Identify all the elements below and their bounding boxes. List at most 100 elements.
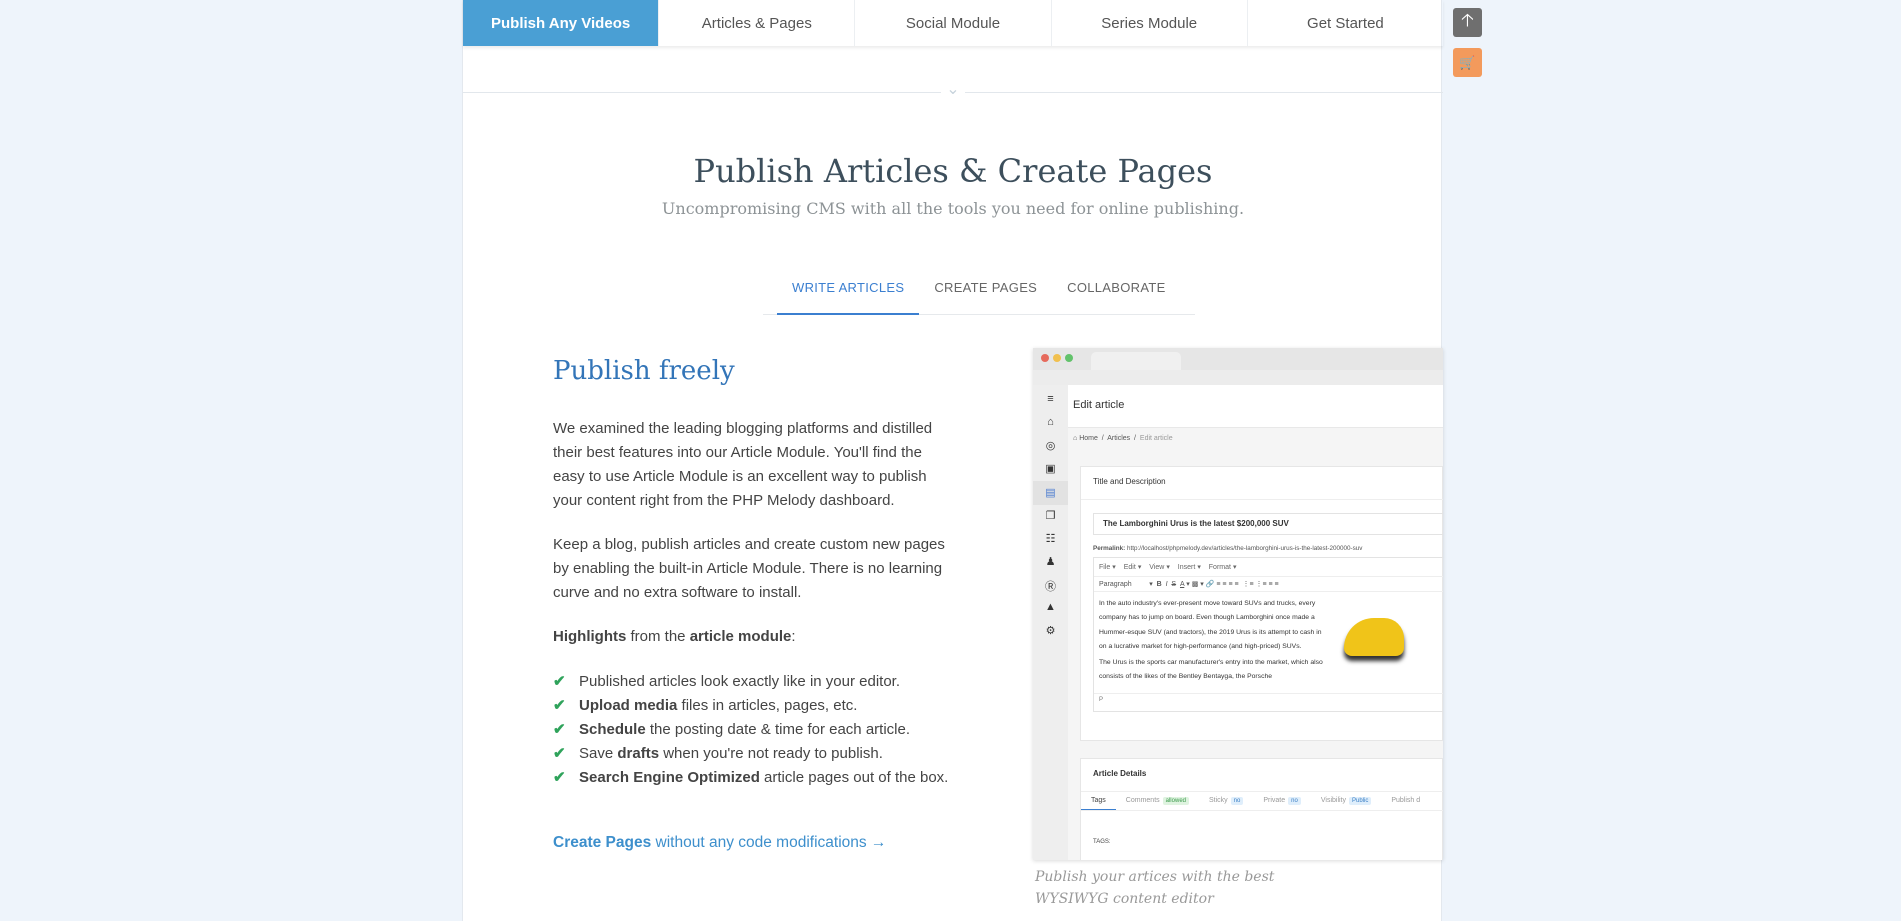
details-tab[interactable]: Sticky no xyxy=(1199,791,1253,809)
item-bold: Upload media xyxy=(579,697,678,714)
tab-label: Sticky xyxy=(1209,797,1228,804)
body-paragraph-2: The Urus is the sports car manufacturer'… xyxy=(1099,659,1323,681)
tab-label: Publish d xyxy=(1391,797,1421,804)
highlight-item: ✔ Schedule the posting date & time for ea… xyxy=(553,718,953,742)
nav-tab-publish-videos[interactable]: Publish Any Videos xyxy=(463,0,660,46)
editor-menu-item[interactable]: Format xyxy=(1209,564,1231,571)
item-bold: drafts xyxy=(617,745,660,762)
item-rest: files in articles, pages, etc. xyxy=(677,697,858,714)
stats-icon: ▲ xyxy=(1045,601,1056,613)
paragraph-1: We examined the leading blogging platfor… xyxy=(553,420,933,509)
admin-content: Edit article ⌂ Home / Articles / Edit ar… xyxy=(1068,385,1443,860)
bc-home[interactable]: Home xyxy=(1079,435,1098,442)
tab-badge: allowed xyxy=(1162,797,1189,805)
item-pre: Save xyxy=(579,745,618,762)
window-close-dot xyxy=(1041,354,1049,362)
settings-icon: ⚙ xyxy=(1045,625,1056,637)
nav-tab-social-module[interactable]: Social Module xyxy=(855,0,1052,46)
car-image xyxy=(1344,618,1404,656)
editor-menu-item[interactable]: File xyxy=(1099,564,1110,571)
top-nav: Publish Any Videos Articles & Pages Soci… xyxy=(463,0,1443,46)
tv-icon: ▣ xyxy=(1045,463,1056,475)
highlight-item: ✔ Upload media files in articles, pages, … xyxy=(553,694,953,718)
hl-bold: Highlights xyxy=(553,628,627,645)
tab-create-pages[interactable]: CREATE PAGES xyxy=(919,280,1052,314)
check-icon: ✔ xyxy=(553,697,566,714)
hl-bold-2: article module xyxy=(689,628,792,645)
content-heading: Publish freely xyxy=(553,356,735,386)
editor-path: P xyxy=(1094,693,1443,706)
details-tab[interactable]: Tags xyxy=(1081,791,1116,810)
item-rest: when you're not ready to publish. xyxy=(659,745,883,762)
articles-icon: ▤ xyxy=(1033,481,1068,505)
italic-icon[interactable]: I xyxy=(1166,581,1168,588)
paragraph-2: Keep a blog, publish articles and create… xyxy=(553,536,945,601)
breadcrumb: ⌂ Home / Articles / Edit article xyxy=(1073,435,1173,442)
feature-tabs: WRITE ARTICLES CREATE PAGES COLLABORATE xyxy=(763,280,1195,315)
tab-label: Visibility xyxy=(1320,797,1346,804)
editor-menu-item[interactable]: Insert xyxy=(1178,564,1196,571)
bc-current: Edit article xyxy=(1139,435,1173,442)
page-container: Publish Any Videos Articles & Pages Soci… xyxy=(462,0,1443,921)
pages-icon: ❐ xyxy=(1045,510,1056,522)
section-subtitle: Uncompromising CMS with all the tools yo… xyxy=(661,199,1245,218)
highlights-list: ✔ Published articles look exactly like in… xyxy=(553,670,953,790)
wysiwyg-editor: File ▾ Edit ▾ View ▾ Insert ▾ Format ▾ Paragr… xyxy=(1093,557,1443,712)
check-icon: ✔ xyxy=(553,673,566,690)
highlight-item: ✔ Published articles look exactly like in… xyxy=(553,670,953,694)
tab-label: Tags xyxy=(1091,797,1106,804)
editor-body[interactable]: In the auto industry's ever-present move… xyxy=(1099,597,1324,685)
editor-menubar: File ▾ Edit ▾ View ▾ Insert ▾ Format ▾ xyxy=(1099,564,1237,571)
strike-icon[interactable]: S xyxy=(1171,581,1176,588)
details-tab[interactable]: Comments allowed xyxy=(1116,791,1199,809)
item-bold: Schedule xyxy=(579,721,646,738)
format-select[interactable]: Paragraph xyxy=(1099,581,1132,588)
bold-icon[interactable]: B xyxy=(1157,581,1162,588)
text-color-icon[interactable]: A xyxy=(1180,581,1184,588)
details-tabs: Tags Comments allowed Sticky no Private no Visi… xyxy=(1081,791,1443,811)
bc-articles[interactable]: Articles xyxy=(1107,435,1130,442)
users-icon: ♟ xyxy=(1045,556,1056,568)
details-tab[interactable]: Visibility Public xyxy=(1311,791,1382,809)
tab-label: Private xyxy=(1263,797,1286,804)
nav-tab-get-started[interactable]: Get Started xyxy=(1248,0,1443,46)
tab-collaborate[interactable]: COLLABORATE xyxy=(1052,280,1180,314)
editor-menu-item[interactable]: View xyxy=(1149,564,1164,571)
details-tab[interactable]: Private no xyxy=(1253,791,1310,809)
details-tab[interactable]: Publish d xyxy=(1381,791,1430,809)
align-icons[interactable]: ≡ ≡ ≡ ≡ xyxy=(1216,581,1238,588)
comments-icon: ☷ xyxy=(1045,533,1056,545)
highlight-item: ✔ Search Engine Optimized article pages o… xyxy=(553,766,953,790)
highlights-intro: Highlights from the article module: xyxy=(553,625,953,649)
cart-icon[interactable]: 🛒 xyxy=(1453,48,1482,77)
nav-tab-articles-pages[interactable]: Articles & Pages xyxy=(659,0,856,46)
tab-badge: no xyxy=(1288,797,1301,805)
link-bold: Create Pages xyxy=(553,834,652,851)
nav-tab-series-module[interactable]: Series Module xyxy=(1052,0,1248,46)
highlight-item: ✔ Save drafts when you're not ready to pu… xyxy=(553,742,953,766)
link-text: without any code modifications → xyxy=(651,834,887,851)
permalink: Permalink: http://localhost/phpmelody.de… xyxy=(1093,545,1362,552)
item-rest: Published articles look exactly like in … xyxy=(579,673,900,690)
bg-color-icon[interactable]: ▩ xyxy=(1192,581,1199,588)
editor-screenshot: ≡ ⌂ ◎ ▣ ▤ ❐ ☷ ♟ Ⓡ ▲ ⚙ Edit article ⌂ Hom… xyxy=(1033,348,1443,860)
tab-badge: Public xyxy=(1349,797,1372,805)
list-icons[interactable]: ⋮≡ ⋮≡ ≡ ≡ xyxy=(1242,581,1278,588)
editor-menu-item[interactable]: Edit xyxy=(1124,564,1136,571)
menu-icon: ≡ xyxy=(1047,393,1054,405)
article-title-input[interactable]: The Lamborghini Urus is the latest $200,… xyxy=(1093,513,1443,535)
image-caption: Publish your artices with the best WYSIW… xyxy=(1035,869,1275,907)
video-icon: ◎ xyxy=(1045,440,1056,452)
article-details-card: Article Details Tags Comments allowed Stick… xyxy=(1080,758,1443,860)
link-icon[interactable]: 🔗 xyxy=(1206,581,1215,588)
tab-badge: no xyxy=(1230,797,1244,805)
create-pages-link[interactable]: Create Pages without any code modificati… xyxy=(553,834,886,852)
card-title: Title and Description xyxy=(1093,477,1166,486)
arrow-up-icon[interactable]: 🡡 xyxy=(1453,8,1482,37)
tab-write-articles[interactable]: WRITE ARTICLES xyxy=(777,280,920,315)
window-max-dot xyxy=(1065,354,1073,362)
window-min-dot xyxy=(1053,354,1061,362)
permalink-label: Permalink: xyxy=(1093,545,1126,552)
item-rest: article pages out of the box. xyxy=(759,769,949,786)
permalink-url[interactable]: http://localhost/phpmelody.dev/articles/… xyxy=(1127,545,1362,552)
